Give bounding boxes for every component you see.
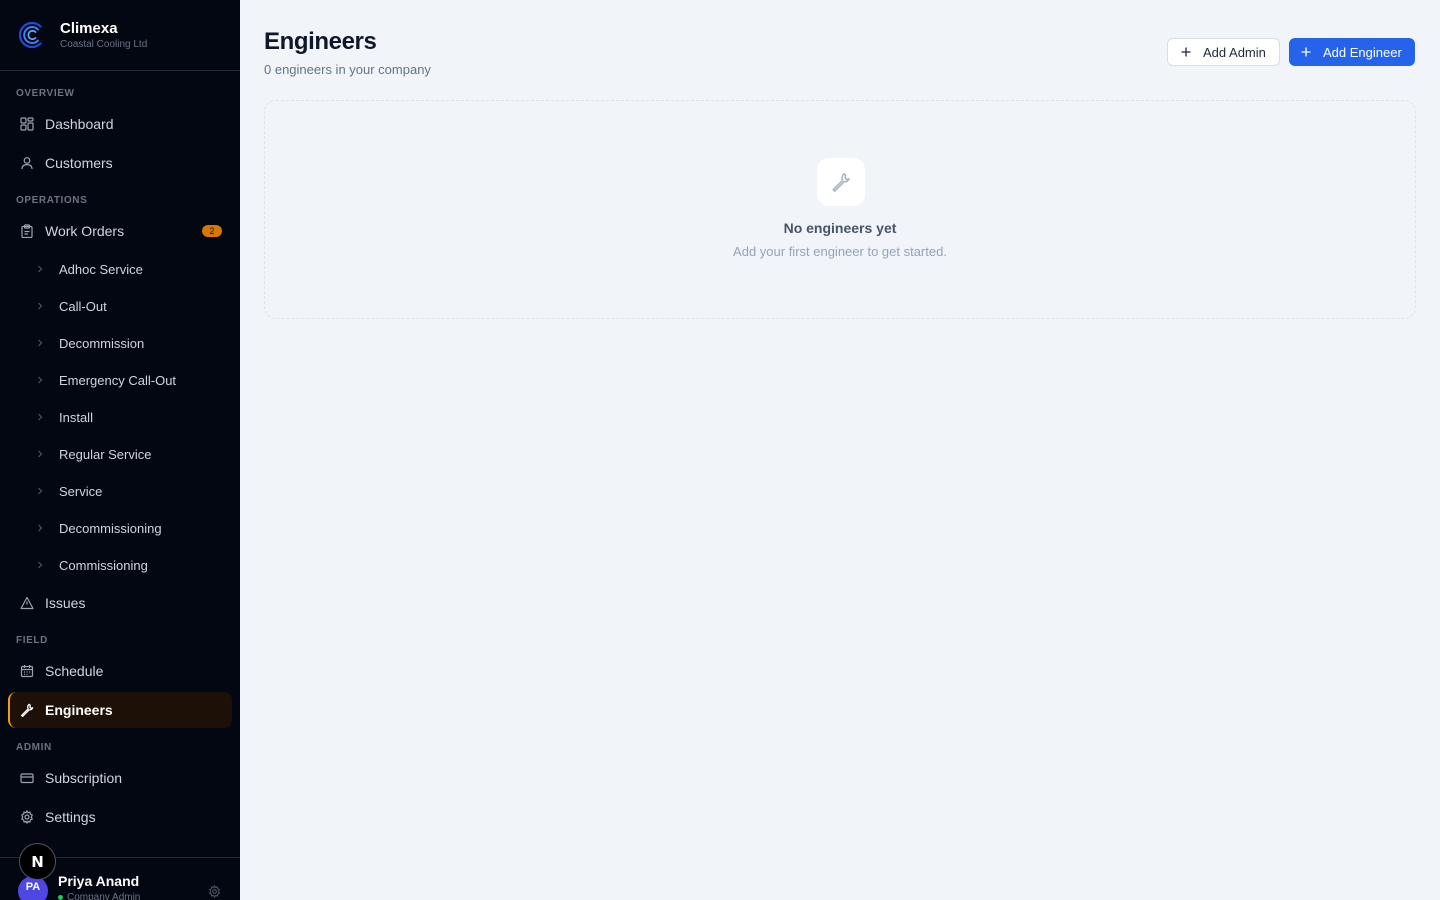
chevron-right-icon	[38, 265, 43, 273]
clipboard-icon	[21, 224, 33, 238]
chevron-right-icon	[38, 450, 43, 458]
section-field: FIELD	[16, 635, 48, 646]
empty-state: No engineers yet Add your first engineer…	[264, 100, 1416, 319]
sidebar-subitem-adhoc-service[interactable]: Adhoc Service	[36, 254, 232, 284]
user-role: Company Admin	[58, 892, 140, 900]
empty-state-text: Add your first engineer to get started.	[733, 244, 947, 259]
add-admin-label: Add Admin	[1203, 44, 1266, 60]
warning-icon	[20, 596, 34, 610]
sidebar-item-label: Engineers	[45, 702, 113, 718]
chevron-right-icon	[38, 524, 43, 532]
plus-icon	[1301, 47, 1311, 57]
sidebar-subitem-label: Call-Out	[59, 298, 107, 314]
user-icon	[21, 157, 33, 170]
sidebar-item-label: Settings	[45, 809, 96, 825]
sidebar-item-label: Work Orders	[45, 223, 125, 239]
add-engineer-label: Add Engineer	[1323, 44, 1402, 60]
chevron-right-icon	[38, 339, 43, 347]
sidebar-item-dashboard[interactable]: Dashboard	[8, 106, 232, 142]
brand-name: Climexa	[60, 19, 118, 37]
sidebar-subitem-regular-service[interactable]: Regular Service	[36, 439, 232, 469]
dev-tools-badge[interactable]: N	[19, 843, 56, 880]
sidebar-subitem-label: Adhoc Service	[59, 261, 143, 277]
company-name: Coastal Cooling Ltd	[60, 38, 148, 50]
sidebar-item-label: Issues	[45, 595, 86, 611]
page-title: Engineers	[264, 28, 377, 55]
wrench-icon	[20, 703, 34, 717]
add-admin-button[interactable]: Add Admin	[1167, 38, 1280, 66]
sidebar-item-label: Schedule	[45, 663, 104, 679]
work-orders-count-badge: 2	[202, 225, 222, 237]
sidebar-item-issues[interactable]: Issues	[8, 585, 232, 621]
sidebar-item-label: Customers	[45, 155, 113, 171]
section-operations: OPERATIONS	[16, 195, 88, 206]
section-overview: OVERVIEW	[16, 88, 75, 99]
sidebar-subitem-label: Install	[59, 409, 93, 425]
climexa-logo-icon	[18, 21, 42, 49]
plus-icon	[1181, 47, 1191, 57]
empty-state-icon	[817, 158, 865, 206]
sidebar-subitem-emergency-call-out[interactable]: Emergency Call-Out	[36, 365, 232, 395]
chevron-right-icon	[38, 376, 43, 384]
sidebar-subitem-label: Decommission	[59, 335, 145, 351]
sidebar-subitem-call-out[interactable]: Call-Out	[36, 291, 232, 321]
sidebar-subitem-decommission[interactable]: Decommission	[36, 328, 232, 358]
sidebar-subitem-label: Regular Service	[59, 446, 152, 462]
wrench-icon	[832, 173, 850, 192]
add-engineer-button[interactable]: Add Engineer	[1289, 38, 1415, 66]
sidebar-subitem-label: Decommissioning	[59, 520, 162, 536]
sidebar-subitem-label: Emergency Call-Out	[59, 372, 177, 388]
sidebar-subitem-label: Commissioning	[59, 557, 148, 573]
gear-icon	[21, 810, 33, 824]
empty-state-title: No engineers yet	[783, 220, 897, 236]
user-role-label: Company Admin	[67, 892, 141, 900]
page-subtitle: 0 engineers in your company	[264, 62, 431, 77]
online-status-dot	[58, 895, 63, 900]
chevron-right-icon	[38, 302, 43, 310]
sidebar-item-engineers[interactable]: Engineers	[8, 692, 232, 728]
sidebar-item-work-orders[interactable]: Work Orders 2	[8, 213, 232, 249]
sidebar-item-label: Subscription	[45, 770, 123, 786]
sidebar: Climexa Coastal Cooling Ltd OVERVIEW Das…	[0, 0, 240, 900]
sidebar-item-customers[interactable]: Customers	[8, 145, 232, 181]
sidebar-item-subscription[interactable]: Subscription	[8, 760, 232, 796]
chevron-right-icon	[38, 413, 43, 421]
brand[interactable]: Climexa Coastal Cooling Ltd	[0, 0, 240, 71]
grid-icon	[20, 117, 34, 131]
sidebar-subitem-install[interactable]: Install	[36, 402, 232, 432]
sidebar-item-settings[interactable]: Settings	[8, 799, 232, 835]
user-name: Priya Anand	[58, 873, 140, 889]
sidebar-subitem-decommissioning[interactable]: Decommissioning	[36, 513, 232, 543]
calendar-icon	[20, 665, 34, 678]
chevron-right-icon	[38, 561, 43, 569]
sidebar-item-schedule[interactable]: Schedule	[8, 653, 232, 689]
user-settings-gear-icon[interactable]	[208, 885, 221, 898]
sidebar-subitem-service[interactable]: Service	[36, 476, 232, 506]
sidebar-subitem-commissioning[interactable]: Commissioning	[36, 550, 232, 580]
sidebar-item-label: Dashboard	[45, 116, 114, 132]
sidebar-subitem-label: Service	[59, 483, 103, 499]
chevron-right-icon	[38, 487, 43, 495]
credit-card-icon	[20, 773, 34, 784]
section-admin: ADMIN	[16, 742, 52, 753]
